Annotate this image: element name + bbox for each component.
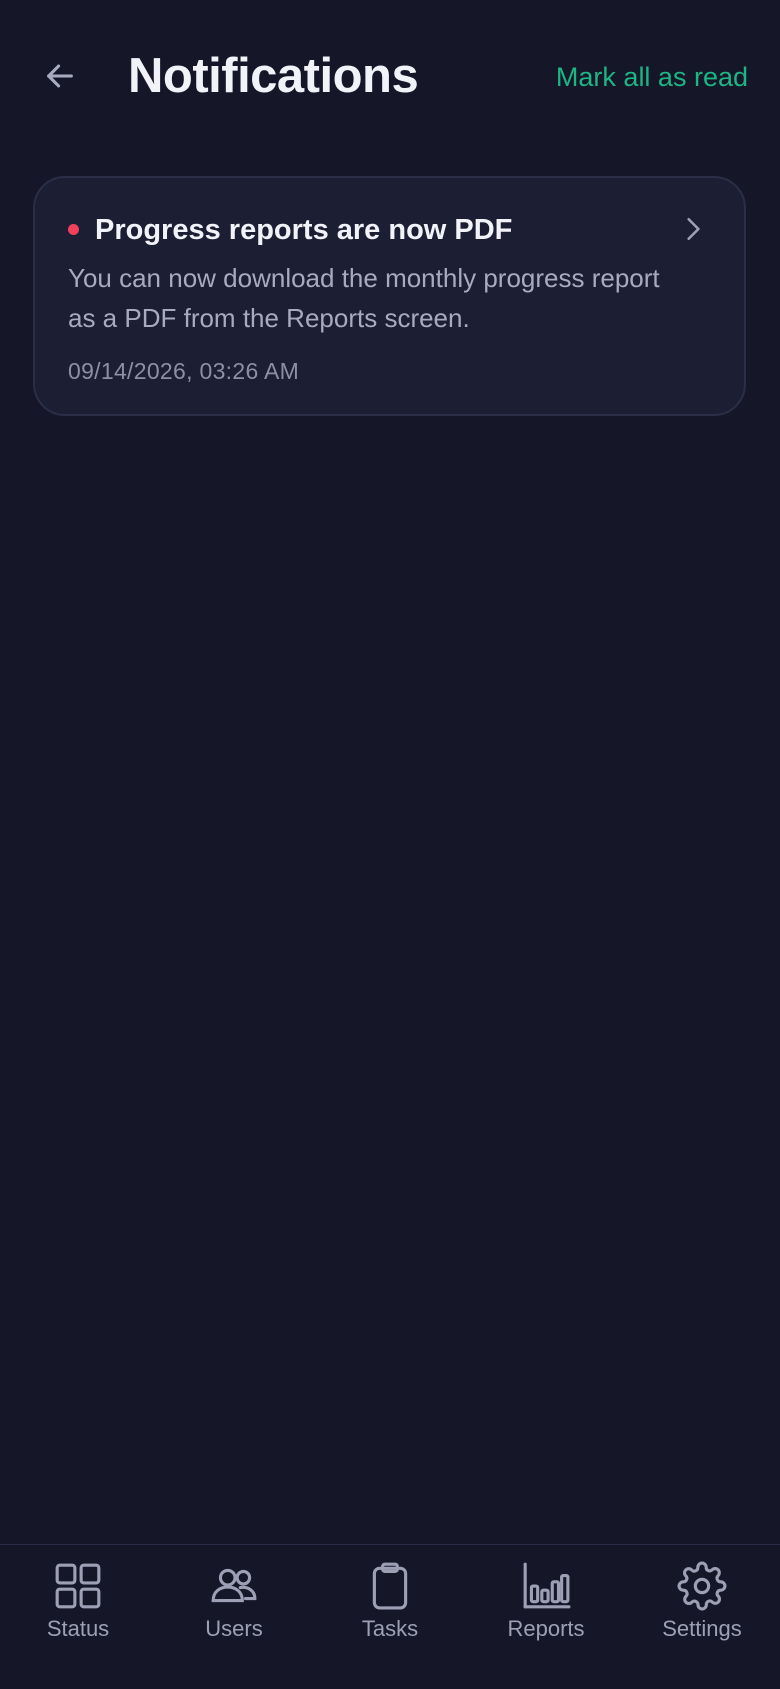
bottom-tab-bar: Status Users Tasks Reports Settings <box>0 1544 780 1689</box>
users-icon <box>211 1568 257 1603</box>
tab-label: Tasks <box>361 1616 419 1641</box>
page-title: Notifications <box>128 49 419 103</box>
grid-icon <box>55 1563 101 1609</box>
arrow-left-icon <box>47 64 73 88</box>
tab-users[interactable]: Users <box>156 1545 312 1689</box>
mark-all-read-button[interactable]: Mark all as read <box>556 60 748 94</box>
tab-tasks[interactable]: Tasks <box>312 1545 468 1689</box>
notification-body: You can now download the monthly progres… <box>68 263 660 333</box>
tab-settings[interactable]: Settings <box>624 1545 780 1689</box>
gear-icon <box>677 1561 727 1611</box>
tab-label: Status <box>46 1616 110 1641</box>
header: Notifications Mark all as read <box>0 0 780 160</box>
chevron-right-icon <box>687 217 700 241</box>
tab-label: Settings <box>662 1616 742 1641</box>
tab-status[interactable]: Status <box>0 1545 156 1689</box>
unread-dot-icon <box>68 224 79 235</box>
bar-chart-icon <box>523 1562 571 1609</box>
back-button[interactable] <box>36 52 84 100</box>
clipboard-icon <box>372 1562 408 1610</box>
tab-reports[interactable]: Reports <box>468 1545 624 1689</box>
tab-label: Users <box>205 1616 263 1641</box>
notification-title: Progress reports are now PDF <box>95 214 513 246</box>
notification-card[interactable]: Progress reports are now PDF You can now… <box>33 176 746 416</box>
tab-label: Reports <box>507 1616 585 1641</box>
notification-timestamp: 09/14/2026, 03:26 AM <box>68 358 300 384</box>
